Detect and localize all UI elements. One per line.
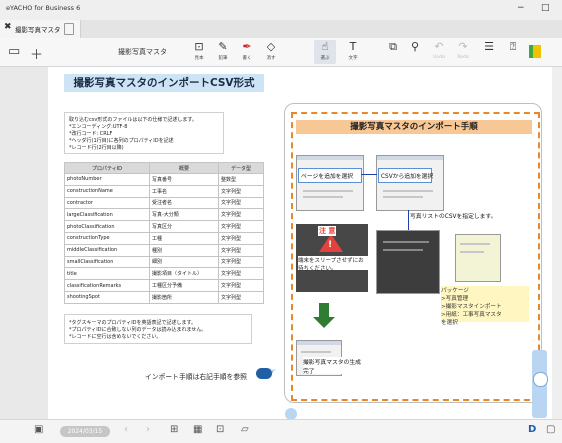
tab-label: 撮影写真マスタ — [15, 26, 61, 34]
step2-label: CSVから追加を選択 — [381, 174, 434, 180]
date-pill[interactable]: 2024/03/15 — [60, 426, 110, 437]
pen-icon: ✒ — [242, 40, 252, 53]
calendar-icon[interactable]: ▣ — [34, 424, 43, 435]
panel-toggle-icon[interactable]: ▢ — [546, 424, 555, 435]
document-title: 撮影写真マスタ — [118, 48, 167, 56]
table-row: largeClassification 写真-大分類 文字列型 — [64, 208, 264, 222]
done-label: 撮影写真マスタの生成完了 — [303, 357, 365, 375]
page-add-icon[interactable]: ⊞ — [170, 424, 178, 435]
text-icon: T — [349, 40, 357, 53]
step1-screenshot — [296, 155, 364, 211]
eraser-icon: ◇ — [266, 40, 276, 53]
step3-screenshot — [376, 230, 440, 294]
table-row: shootingSpot 撮影箇所 文字列型 — [64, 290, 264, 304]
down-arrow-icon — [319, 303, 329, 317]
app-title: eYACHO for Business 6 — [6, 4, 81, 12]
right-side-panel[interactable] — [552, 67, 562, 419]
table-row: contractor 受注者名 文字列型 — [64, 196, 264, 210]
redo-icon: ↷ — [458, 40, 468, 53]
app-badge-icon[interactable] — [529, 45, 541, 58]
step2-screenshot — [376, 155, 444, 211]
table-row: constructionName 工事名 文字列型 — [64, 184, 264, 198]
toolbar: ▭ ＋ 撮影写真マスタ ⊡ 見本 ✎ 鉛筆 ✒ 書く ◇ 消す ☝ 選ぶ T 文… — [0, 38, 562, 67]
table-row: middleClassification 種別 文字列型 — [64, 243, 264, 257]
tab-bar: ✖ 撮影写真マスタ — [0, 20, 562, 39]
help-icon: ⍰ — [509, 40, 517, 53]
table-row: smallClassification 細別 文字列型 — [64, 255, 264, 269]
tool-text[interactable]: T 文字 — [342, 40, 364, 64]
table-row: photoNumber 写真番号 整数型 — [64, 173, 264, 186]
finger-icon: ☞ — [268, 367, 277, 377]
notes-box: *タグスキーマのプロパティIDを英語表記で記述します。 *プロパティIDに合致し… — [64, 314, 252, 344]
step3-label: 写真リストのCSVを指定します。 — [410, 214, 497, 220]
table-row: title 撮影項目（タイトル） 文字列型 — [64, 267, 264, 281]
eraser-icon[interactable]: ▱ — [241, 424, 249, 435]
warning-title: 注 意 — [318, 226, 337, 236]
procedure-title: 撮影写真マスタのインポート手順 — [296, 120, 532, 134]
table-header-row: プロパティID 概要 データ型 — [64, 162, 264, 174]
tab-document[interactable]: ✖ 撮影写真マスタ — [0, 20, 81, 38]
add-icon[interactable]: ＋ — [30, 44, 43, 63]
warning-text: 端末をスリープさせずにお待ちください。 — [298, 256, 368, 272]
tool-pencil[interactable]: ✎ 鉛筆 — [212, 40, 234, 64]
arrow-line — [361, 174, 377, 175]
menu-button[interactable]: ☰ — [478, 40, 500, 64]
menu-icon: ☰ — [484, 40, 494, 53]
pencil-icon: ✎ — [218, 40, 228, 53]
undo-button[interactable]: ↶ Undo — [428, 40, 450, 64]
page-title: 撮影写真マスタのインポートCSV形式 — [64, 74, 264, 92]
camera-icon: ⧉ — [389, 40, 397, 53]
undo-icon: ↶ — [434, 40, 444, 53]
tool-select[interactable]: ☝ 選ぶ — [314, 40, 336, 64]
tool-mic[interactable]: ⚲ — [404, 40, 426, 64]
next-page-icon[interactable]: › — [146, 424, 150, 435]
tool-pen[interactable]: ✒ 書く — [236, 40, 258, 64]
search-pages-icon[interactable]: ⊡ — [216, 424, 224, 435]
page-icon — [64, 23, 74, 35]
help-button[interactable]: ⍰ — [502, 40, 524, 64]
spec-box: 取り込むcsv形式のファイルは以下の仕様で記述します。 *エンコーディング:UT… — [64, 112, 224, 154]
prev-page-icon[interactable]: ‹ — [124, 424, 128, 435]
tool-camera[interactable]: ⧉ — [382, 40, 404, 64]
tool-sample[interactable]: ⊡ 見本 — [188, 40, 210, 64]
display-mode-icon[interactable]: D — [528, 424, 536, 435]
step1-label: ページを追加を選択 — [301, 174, 354, 180]
mic-icon: ⚲ — [410, 40, 420, 53]
page-icon: ⊡ — [194, 40, 204, 53]
folder-icon[interactable]: ▭ — [8, 44, 20, 59]
minimize-button[interactable]: − — [517, 3, 525, 13]
maximize-button[interactable]: □ — [541, 3, 550, 13]
title-bar: eYACHO for Business 6 − □ — [0, 0, 562, 20]
select-icon: ☝ — [321, 40, 329, 53]
bottom-bar: ▣ 2024/03/15 ‹ › ⊞ ▦ ⊡ ▱ D ▢ — [0, 419, 562, 443]
csv-format-table: プロパティID 概要 データ型 photoNumber 写真番号 整数型 const… — [64, 162, 264, 304]
reference-note: インポート手順は右記手順を参照 — [145, 373, 247, 381]
tab-close-icon[interactable]: ✖ — [4, 22, 12, 32]
tool-eraser[interactable]: ◇ 消す — [260, 40, 282, 64]
table-row: photoClassification 写真区分 文字列型 — [64, 220, 264, 233]
redo-button[interactable]: ↷ Redo — [452, 40, 474, 64]
scroll-handle[interactable] — [533, 372, 548, 387]
package-note: パッケージ >写真管理 >撮影マスタインポート >用紙：工事写真マスタ を選択 — [441, 286, 529, 326]
step4-screenshot — [455, 234, 501, 282]
table-row: constructionType 工種 文字列型 — [64, 231, 264, 245]
grid-icon[interactable]: ▦ — [193, 424, 202, 435]
table-row: classificationRemarks 工種区分予備 文字列型 — [64, 279, 264, 292]
